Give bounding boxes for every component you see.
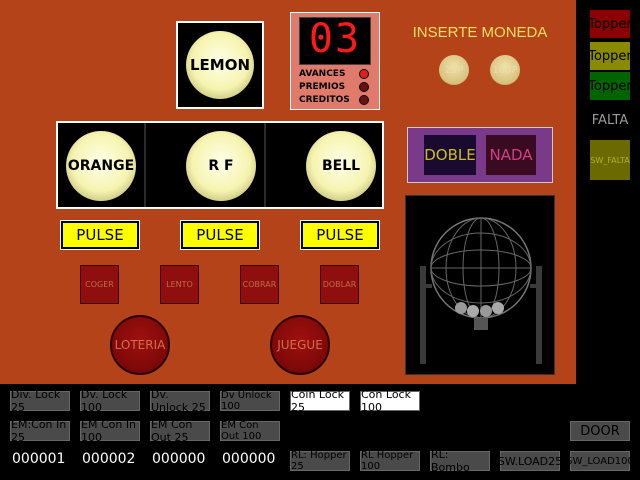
doblar-button[interactable]: DOBLAR (320, 265, 359, 304)
indicator-avances-label: AVANCES (299, 69, 346, 79)
div-lock-25-button[interactable]: Div. Lock 25 (10, 388, 70, 414)
indicator-creditos-label: CREDITOS (299, 95, 350, 105)
insert-coin-label: INSERTE MONEDA (412, 24, 548, 41)
dv-unlock-100-button[interactable]: Dv Unlock 100 (220, 390, 280, 412)
indicator-premios-led (359, 82, 369, 92)
em-coin-out-100-button[interactable]: EM Con Out 100 (220, 420, 280, 442)
hopper-indicator-red: Topper (588, 10, 632, 38)
main-reels-window: ORANGE R F BELL (56, 121, 384, 209)
falta-label: FALTA (591, 112, 629, 128)
counter-coin-out-25: 000000 (152, 451, 206, 467)
lottery-drum-icon (420, 217, 542, 364)
indicator-avances-led (359, 69, 369, 79)
pulse-button-1[interactable]: PULSE (60, 220, 140, 250)
coin-lock-100-button[interactable]: Con Lock 100 (360, 388, 420, 414)
reel-3-symbol: BELL (306, 131, 376, 201)
em-coin-in-25-button[interactable]: EM:Con In 25 (10, 418, 70, 444)
lottery-drum-panel (405, 195, 555, 375)
lento-button[interactable]: LENTO (160, 265, 199, 304)
juegue-button[interactable]: JUEGUE (270, 315, 330, 375)
slot-machine-cabinet: LEMON 03 AVANCES PREMIOS CREDITOS INSERT… (0, 0, 576, 384)
hopper-indicator-yellow: Topper (588, 42, 632, 70)
em-coin-in-100-button[interactable]: EM Con In 100 (80, 418, 140, 444)
indicator-creditos-led (359, 95, 369, 105)
pulse-button-2[interactable]: PULSE (180, 220, 260, 250)
sw-load25-button[interactable]: SW.LOAD25 (498, 451, 562, 471)
hopper-indicator-green: Topper (588, 72, 632, 100)
coin-100-button[interactable]: 100P (490, 55, 520, 85)
rl-bombo-button[interactable]: RL: Bombo (430, 448, 490, 474)
reel-divider (264, 123, 266, 207)
cobrar-button[interactable]: COBRAR (240, 265, 279, 304)
dv-unlock-25-button[interactable]: Dv. Unlock 25 (150, 388, 210, 414)
doble-nada-panel: DOBLE NADA (407, 127, 553, 183)
loteria-button[interactable]: LOTERIA (110, 315, 170, 375)
counter-coin-in-100: 000002 (82, 451, 136, 467)
nada-light: NADA (486, 135, 536, 175)
coin-lock-25-button[interactable]: Coin Lock 25 (290, 388, 350, 414)
counter-coin-out-100: 000000 (222, 451, 276, 467)
credit-segment-display: 03 (299, 17, 371, 65)
reel-divider (144, 123, 146, 207)
coin-25-button[interactable]: 25P (439, 55, 469, 85)
reel-2-symbol: R F (186, 131, 256, 201)
coger-button[interactable]: COGER (80, 265, 119, 304)
indicator-premios-label: PREMIOS (299, 82, 346, 92)
em-coin-out-25-button[interactable]: EM Con Out 25 (150, 418, 210, 444)
reel-1-symbol: ORANGE (66, 131, 136, 201)
top-reel-symbol: LEMON (186, 31, 254, 99)
credit-display-panel: 03 AVANCES PREMIOS CREDITOS (290, 12, 380, 110)
counter-coin-in-25: 000001 (12, 451, 66, 467)
rl-hopper-25-button[interactable]: RL: Hopper 25 (290, 450, 350, 472)
sw-load100-button[interactable]: SW_LOAD100 (566, 451, 634, 471)
sw-falta-button[interactable]: SW_FALTA (590, 140, 630, 180)
door-button[interactable]: DOOR (570, 421, 630, 441)
dv-lock-100-button[interactable]: Dv. Lock 100 (80, 388, 140, 414)
top-reel-window: LEMON (176, 21, 264, 109)
rl-hopper-100-button[interactable]: RL Hopper 100 (360, 450, 420, 472)
pulse-button-3[interactable]: PULSE (300, 220, 380, 250)
doble-light: DOBLE (424, 135, 476, 175)
